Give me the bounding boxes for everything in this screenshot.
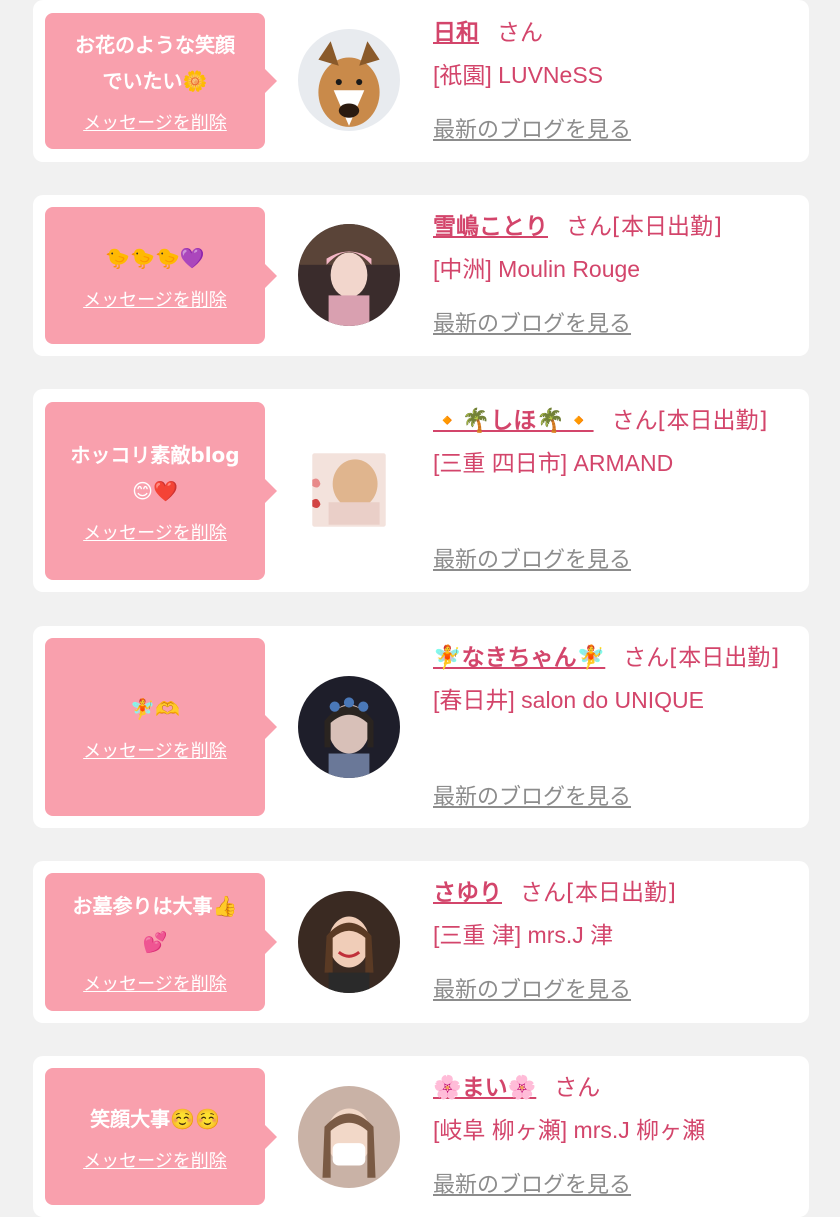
shop-label: [祇園] LUVNeSS bbox=[433, 62, 603, 88]
message-bubble: お墓参りは大事👍 💕 メッセージを削除 bbox=[45, 873, 277, 1011]
favorite-card: お花のような笑顔 でいたい🌼 メッセージを削除 日和 さん [祇園] LUVNeS… bbox=[33, 0, 809, 162]
person-avatar[interactable] bbox=[298, 676, 400, 778]
shop-label: [春日井] salon do UNIQUE bbox=[433, 687, 704, 713]
person-avatar[interactable] bbox=[298, 1086, 400, 1188]
name-line: さゆり さん[本日出勤] bbox=[433, 874, 793, 912]
delete-message-link[interactable]: メッセージを削除 bbox=[83, 1147, 227, 1173]
message-text: お花のような笑顔 でいたい🌼 bbox=[75, 33, 235, 93]
dog-avatar[interactable] bbox=[298, 29, 400, 131]
name-suffix: さん bbox=[554, 1075, 601, 1101]
cast-name-link[interactable]: さゆり bbox=[433, 880, 502, 906]
name-suffix: さん[本日出勤] bbox=[566, 214, 722, 240]
delete-message-link[interactable]: メッセージを削除 bbox=[83, 970, 227, 996]
name-line: 🔸🌴しほ🌴🔸 さん[本日出勤] bbox=[433, 402, 793, 440]
cast-info: 🧚なきちゃん🧚 さん[本日出勤] [春日井] salon do UNIQUE 最新… bbox=[433, 639, 793, 819]
cast-info: 雪嶋ことり さん[本日出勤] [中洲] Moulin Rouge 最新のブログを見… bbox=[433, 208, 793, 348]
shop-label: [中洲] Moulin Rouge bbox=[433, 256, 641, 282]
cast-name-link[interactable]: 日和 bbox=[433, 20, 479, 46]
message-bubble: お花のような笑顔 でいたい🌼 メッセージを削除 bbox=[45, 13, 277, 149]
delete-message-link[interactable]: メッセージを削除 bbox=[83, 519, 227, 545]
name-suffix: さん[本日出勤] bbox=[520, 880, 676, 906]
delete-message-link[interactable]: メッセージを削除 bbox=[83, 109, 227, 135]
favorite-list: お花のような笑顔 でいたい🌼 メッセージを削除 日和 さん [祇園] LUVNeS… bbox=[0, 0, 840, 1217]
name-suffix: さん bbox=[497, 20, 543, 46]
latest-blog-link[interactable]: 最新のブログを見る bbox=[433, 542, 631, 580]
message-text: 🐤🐤🐤💜 bbox=[105, 245, 205, 270]
shop-label: [岐阜 柳ヶ瀬] mrs.J 柳ヶ瀬 bbox=[433, 1117, 706, 1143]
message-text: 笑顔大事☺️☺️ bbox=[90, 1106, 220, 1131]
latest-blog-link[interactable]: 最新のブログを見る bbox=[433, 306, 631, 344]
latest-blog-link[interactable]: 最新のブログを見る bbox=[433, 112, 631, 150]
name-line: 日和 さん bbox=[433, 14, 793, 52]
latest-blog-link[interactable]: 最新のブログを見る bbox=[433, 779, 631, 817]
name-line: 雪嶋ことり さん[本日出勤] bbox=[433, 208, 793, 246]
favorite-card: お墓参りは大事👍 💕 メッセージを削除 さゆり さん[本日出勤] [三重 津] m… bbox=[33, 861, 809, 1023]
favorite-card: 🧚🫶 メッセージを削除 🧚なきちゃん🧚 さん[本日出勤] [春日井] salon … bbox=[33, 626, 809, 828]
cast-info: さゆり さん[本日出勤] [三重 津] mrs.J 津 最新のブログを見る bbox=[433, 874, 793, 1014]
delete-message-link[interactable]: メッセージを削除 bbox=[83, 286, 227, 312]
name-suffix: さん[本日出勤] bbox=[611, 408, 768, 434]
name-line: 🧚なきちゃん🧚 さん[本日出勤] bbox=[433, 639, 793, 677]
message-bubble: 🧚🫶 メッセージを削除 bbox=[45, 638, 277, 816]
cast-info: 🔸🌴しほ🌴🔸 さん[本日出勤] [三重 四日市] ARMAND 最新のブログを見る bbox=[433, 402, 793, 582]
favorite-card: 笑顔大事☺️☺️ メッセージを削除 🌸まい🌸 さん [岐阜 柳ヶ瀬] mrs.J … bbox=[33, 1056, 809, 1217]
message-bubble: 笑顔大事☺️☺️ メッセージを削除 bbox=[45, 1068, 277, 1205]
favorite-card: ホッコリ素敵blog 😊❤️ メッセージを削除 🔸🌴しほ🌴🔸 さん[本日出勤] [… bbox=[33, 389, 809, 592]
cast-name-link[interactable]: 雪嶋ことり bbox=[433, 214, 548, 240]
message-bubble: ホッコリ素敵blog 😊❤️ メッセージを削除 bbox=[45, 402, 277, 580]
person-avatar[interactable] bbox=[298, 224, 400, 326]
latest-blog-link[interactable]: 最新のブログを見る bbox=[433, 1167, 631, 1205]
cast-name-link[interactable]: 🔸🌴しほ🌴🔸 bbox=[433, 408, 594, 434]
message-text: ホッコリ素敵blog 😊❤️ bbox=[70, 443, 240, 503]
cast-name-link[interactable]: 🌸まい🌸 bbox=[433, 1075, 536, 1101]
latest-blog-link[interactable]: 最新のブログを見る bbox=[433, 972, 631, 1010]
delete-message-link[interactable]: メッセージを削除 bbox=[83, 737, 227, 763]
name-suffix: さん[本日出勤] bbox=[623, 645, 780, 671]
message-text: 🧚🫶 bbox=[130, 697, 180, 721]
favorite-card: 🐤🐤🐤💜 メッセージを削除 雪嶋ことり さん[本日出勤] [中洲] Moulin … bbox=[33, 195, 809, 356]
shop-label: [三重 津] mrs.J 津 bbox=[433, 922, 614, 948]
person-avatar[interactable] bbox=[298, 439, 400, 541]
name-line: 🌸まい🌸 さん bbox=[433, 1069, 793, 1107]
cast-info: 日和 さん [祇園] LUVNeSS 最新のブログを見る bbox=[433, 14, 793, 154]
message-bubble: 🐤🐤🐤💜 メッセージを削除 bbox=[45, 207, 277, 344]
person-avatar[interactable] bbox=[298, 891, 400, 993]
message-text: お墓参りは大事👍 💕 bbox=[72, 894, 238, 954]
cast-name-link[interactable]: 🧚なきちゃん🧚 bbox=[433, 645, 605, 671]
shop-label: [三重 四日市] ARMAND bbox=[433, 450, 674, 476]
cast-info: 🌸まい🌸 さん [岐阜 柳ヶ瀬] mrs.J 柳ヶ瀬 最新のブログを見る bbox=[433, 1069, 793, 1209]
